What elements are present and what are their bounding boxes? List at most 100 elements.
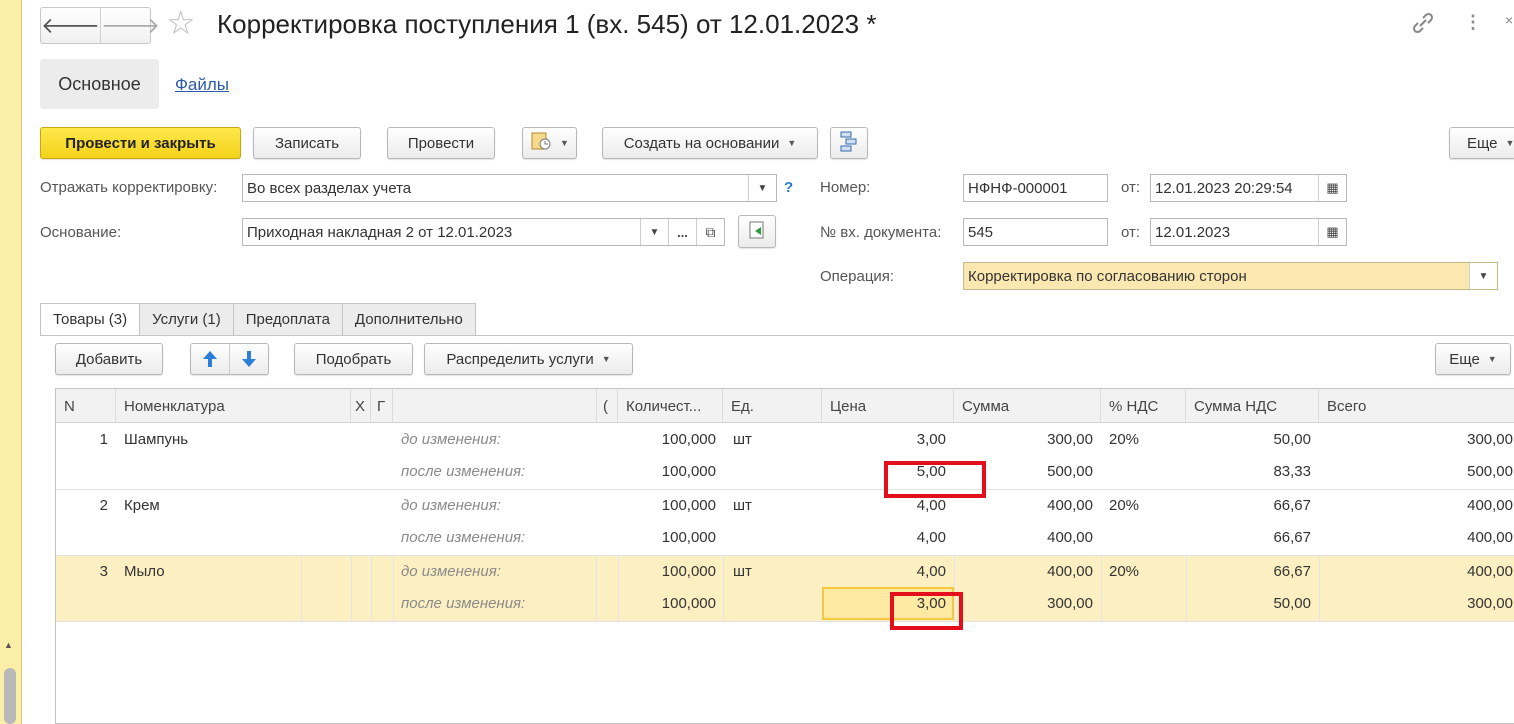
- cell-vat-rate: 20%: [1109, 431, 1140, 448]
- in-doc-label: № вх. документа:: [820, 224, 942, 241]
- operation-value: Корректировка по согласованию сторон: [968, 267, 1247, 285]
- table-row[interactable]: 1 Шампунь до изменения: 100,000 шт 3,00 …: [56, 423, 1514, 456]
- calendar-icon[interactable]: ▦: [1318, 219, 1346, 245]
- tab-goods[interactable]: Товары (3): [40, 303, 141, 336]
- page-title: Корректировка поступления 1 (вх. 545) от…: [217, 9, 877, 39]
- col-h1[interactable]: Х: [351, 389, 371, 423]
- add-button[interactable]: Добавить: [55, 343, 163, 375]
- more-label: Еще: [1467, 134, 1498, 152]
- arrow-down-icon: [242, 351, 256, 367]
- cell-n: 3: [99, 563, 108, 580]
- tab-additional[interactable]: Дополнительно: [341, 303, 476, 336]
- table-row[interactable]: после изменения: 100,000 4,00 400,00 66,…: [56, 521, 1514, 554]
- table-more-button[interactable]: Еще ▼: [1435, 343, 1511, 375]
- cell-unit: шт: [733, 431, 752, 448]
- row-separator: [56, 621, 1514, 622]
- cell-vat-sum: 83,33: [1273, 463, 1311, 480]
- chevron-down-icon[interactable]: ▼: [748, 175, 776, 201]
- col-sum[interactable]: Сумма: [954, 389, 1101, 423]
- pick-button[interactable]: Подобрать: [294, 343, 413, 375]
- more-button[interactable]: Еще ▼: [1449, 127, 1514, 159]
- in-date-field[interactable]: 12.01.2023 ▦: [1150, 218, 1347, 246]
- chevron-down-icon[interactable]: ▼: [1469, 263, 1497, 289]
- date-value: 12.01.2023 20:29:54: [1155, 179, 1293, 197]
- col-vat-sum[interactable]: Сумма НДС: [1186, 389, 1319, 423]
- annotation-highlight-box: [884, 461, 986, 498]
- cell-n: 2: [99, 497, 108, 514]
- date-field[interactable]: 12.01.2023 20:29:54 ▦: [1150, 174, 1347, 202]
- reflect-select[interactable]: Во всех разделах учета ▼: [242, 174, 777, 202]
- cell-name: Крем: [124, 497, 160, 514]
- tab-divider: [40, 335, 1514, 336]
- cell-unit: шт: [733, 497, 752, 514]
- basis-select[interactable]: Приходная накладная 2 от 12.01.2023 ▼ ..…: [242, 218, 725, 246]
- tab-prepayment[interactable]: Предоплата: [232, 303, 343, 336]
- cell-total: 300,00: [1467, 595, 1513, 612]
- table-row[interactable]: 2 Крем до изменения: 100,000 шт 4,00 400…: [56, 489, 1514, 522]
- cell-sum: 400,00: [1047, 529, 1093, 546]
- operation-label: Операция:: [820, 268, 895, 285]
- cell-state: до изменения:: [401, 431, 501, 448]
- structure-button[interactable]: [830, 127, 868, 159]
- col-blank[interactable]: [393, 389, 618, 423]
- help-icon[interactable]: ?: [784, 179, 793, 196]
- reflect-value: Во всех разделах учета: [247, 179, 412, 197]
- col-qty[interactable]: Количест...: [618, 389, 723, 423]
- back-button[interactable]: 🡐: [41, 8, 100, 43]
- tab-main[interactable]: Основное: [40, 59, 159, 109]
- cell-qty: 100,000: [661, 431, 716, 448]
- cell-total: 400,00: [1467, 497, 1513, 514]
- nav-buttons: 🡐 🡒: [40, 7, 160, 44]
- document-print-icon: [530, 131, 552, 155]
- close-icon[interactable]: ×: [1505, 12, 1513, 28]
- favorite-star-icon[interactable]: ☆: [166, 6, 196, 39]
- chevron-down-icon: ▼: [787, 138, 797, 148]
- tab-files[interactable]: Файлы: [175, 75, 229, 95]
- number-field[interactable]: НФНФ-000001: [963, 174, 1108, 202]
- table-row[interactable]: после изменения: 100,000 5,00 500,00 83,…: [56, 455, 1514, 488]
- col-total[interactable]: Всего: [1319, 389, 1514, 423]
- col-unit[interactable]: Ед.: [723, 389, 822, 423]
- col-vat-rate[interactable]: % НДС: [1101, 389, 1186, 423]
- more-vertical-icon[interactable]: ⋮: [1464, 12, 1482, 33]
- refill-icon: [746, 219, 768, 245]
- cell-state: после изменения:: [401, 529, 526, 546]
- cell-qty: 100,000: [661, 563, 716, 580]
- chevron-down-icon[interactable]: ▼: [640, 219, 668, 245]
- print-button[interactable]: ▼: [522, 127, 577, 159]
- tab-services[interactable]: Услуги (1): [139, 303, 234, 336]
- save-button[interactable]: Записать: [253, 127, 361, 159]
- operation-select[interactable]: Корректировка по согласованию сторон ▼: [963, 262, 1498, 290]
- scroll-up-icon[interactable]: ▲: [4, 640, 13, 650]
- col-h3[interactable]: (: [596, 389, 618, 423]
- cell-vat-sum: 66,67: [1273, 497, 1311, 514]
- in-doc-field[interactable]: 545: [963, 218, 1108, 246]
- calendar-icon[interactable]: ▦: [1318, 175, 1346, 201]
- cell-qty: 100,000: [661, 529, 716, 546]
- cell-price: 4,00: [916, 529, 946, 546]
- create-on-basis-button[interactable]: Создать на основании ▼: [602, 127, 818, 159]
- chevron-down-icon: ▼: [1505, 138, 1514, 148]
- col-n[interactable]: N: [56, 389, 116, 423]
- col-price[interactable]: Цена: [822, 389, 954, 423]
- cell-qty: 100,000: [661, 497, 716, 514]
- table-row[interactable]: 3 Мыло до изменения: 100,000 шт 4,00 400…: [56, 555, 1514, 588]
- scrollbar-thumb[interactable]: [4, 668, 16, 724]
- post-and-close-button[interactable]: Провести и закрыть: [40, 127, 241, 159]
- create-on-basis-label: Создать на основании: [623, 134, 780, 152]
- table-row[interactable]: после изменения: 100,000 3,00 300,00 50,…: [56, 587, 1514, 620]
- chevron-down-icon: ▼: [601, 354, 611, 364]
- distribute-services-button[interactable]: Распределить услуги ▼: [424, 343, 633, 375]
- move-down-button[interactable]: [230, 344, 268, 374]
- select-dots-button[interactable]: ...: [668, 219, 696, 245]
- refill-button[interactable]: [738, 215, 776, 248]
- move-up-button[interactable]: [191, 344, 230, 374]
- table-header: N Номенклатура Х Г ( Количест... Ед. Цен…: [56, 389, 1514, 423]
- col-nomenclature[interactable]: Номенклатура: [116, 389, 351, 423]
- post-button[interactable]: Провести: [387, 127, 495, 159]
- open-icon[interactable]: ⧉: [696, 219, 724, 245]
- forward-button[interactable]: 🡒: [100, 8, 160, 43]
- col-h2[interactable]: Г: [371, 389, 393, 423]
- link-icon[interactable]: [1410, 12, 1436, 40]
- cell-vat-sum: 50,00: [1273, 595, 1311, 612]
